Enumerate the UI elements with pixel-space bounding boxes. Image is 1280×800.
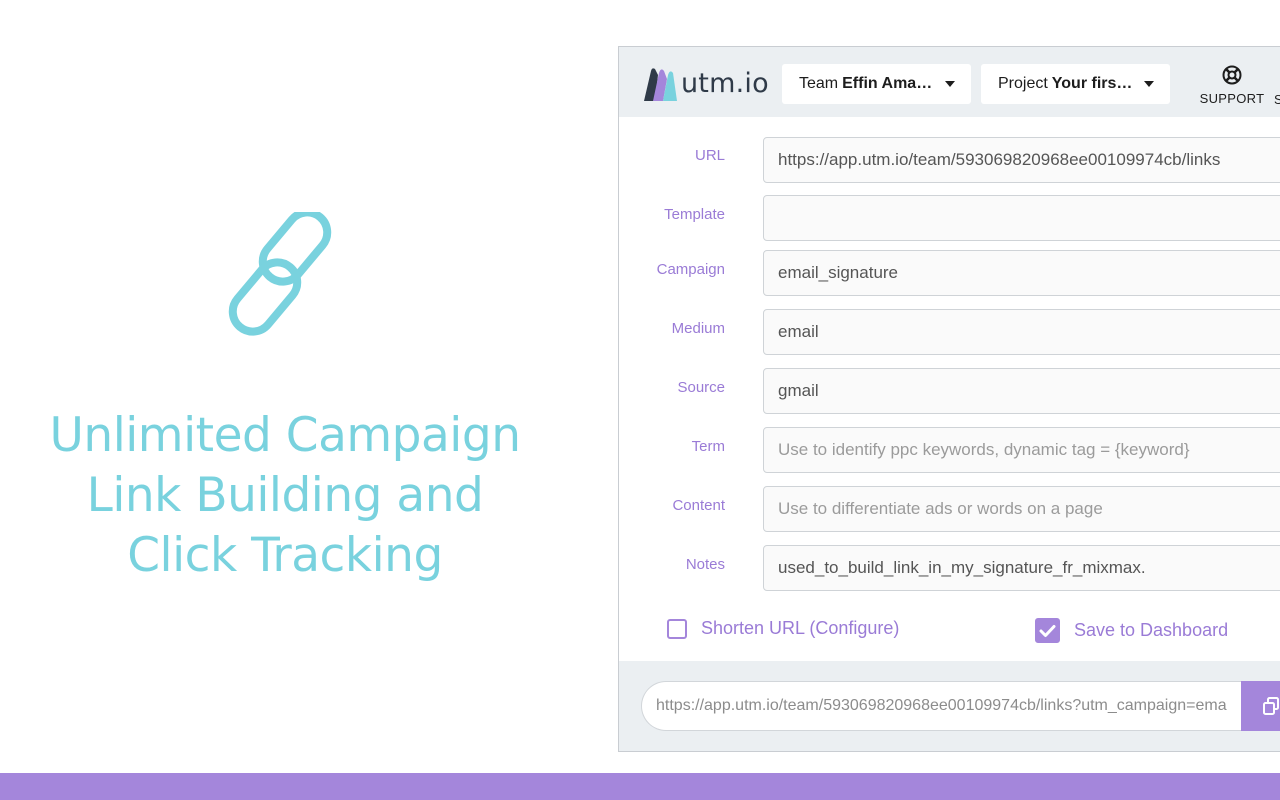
utm-logo[interactable]: utm.io bbox=[641, 63, 769, 103]
source-input[interactable] bbox=[763, 368, 1280, 414]
logo-text: utm.io bbox=[681, 67, 769, 99]
app-window: utm.io Team Effin Ama… Project Your firs… bbox=[618, 46, 1280, 752]
utm-logo-mark-icon bbox=[644, 68, 677, 101]
bottom-accent-bar bbox=[0, 773, 1280, 800]
hero-title-line-1: Unlimited Campaign bbox=[49, 408, 521, 463]
team-value: Effin Ama… bbox=[842, 75, 933, 92]
lifebuoy-icon bbox=[1222, 65, 1242, 85]
content-input[interactable] bbox=[763, 486, 1280, 532]
hero-title-line-3: Click Tracking bbox=[127, 528, 443, 583]
settings-label-cut[interactable]: S bbox=[1274, 92, 1280, 107]
support-label: SUPPORT bbox=[1199, 91, 1265, 106]
medium-label: Medium bbox=[671, 320, 725, 337]
medium-input[interactable] bbox=[763, 309, 1280, 355]
project-value: Your firs… bbox=[1051, 75, 1133, 92]
save-dashboard-checkbox[interactable] bbox=[1035, 618, 1060, 643]
notes-label: Notes bbox=[685, 556, 725, 573]
shorten-url-checkbox[interactable] bbox=[667, 618, 687, 639]
template-input[interactable] bbox=[763, 195, 1280, 241]
caret-down-icon bbox=[945, 81, 955, 87]
source-label: Source bbox=[677, 379, 725, 396]
link-chain-icon bbox=[228, 212, 332, 336]
support-button[interactable]: SUPPORT bbox=[1197, 65, 1267, 106]
checkmark-icon bbox=[1039, 624, 1056, 637]
shorten-url-option[interactable]: Shorten URL (Configure) bbox=[667, 618, 899, 639]
team-dropdown[interactable]: Team Effin Ama… bbox=[782, 64, 971, 104]
team-prefix: Team bbox=[799, 75, 839, 92]
term-label: Term bbox=[691, 438, 725, 455]
url-label: URL bbox=[694, 147, 725, 164]
promo-slide: Unlimited Campaign Link Building and Cli… bbox=[0, 0, 1280, 800]
copy-icon bbox=[1263, 697, 1279, 715]
save-dashboard-option[interactable]: Save to Dashboard bbox=[1035, 618, 1228, 643]
app-header: utm.io Team Effin Ama… Project Your firs… bbox=[619, 47, 1280, 117]
notes-input[interactable] bbox=[763, 545, 1280, 591]
shorten-url-label[interactable]: Shorten URL (Configure) bbox=[701, 618, 899, 639]
campaign-input[interactable] bbox=[763, 250, 1280, 296]
content-label: Content bbox=[672, 497, 725, 514]
copy-button[interactable] bbox=[1241, 681, 1280, 731]
term-input[interactable] bbox=[763, 427, 1280, 473]
campaign-label: Campaign bbox=[656, 261, 725, 278]
hero-title: Unlimited Campaign Link Building and Cli… bbox=[30, 406, 540, 586]
save-dashboard-label[interactable]: Save to Dashboard bbox=[1074, 620, 1228, 641]
project-prefix: Project bbox=[998, 75, 1048, 92]
template-label: Template bbox=[664, 206, 725, 223]
project-dropdown[interactable]: Project Your firs… bbox=[981, 64, 1170, 104]
hero-title-line-2: Link Building and bbox=[86, 468, 484, 523]
caret-down-icon bbox=[1144, 81, 1154, 87]
url-input[interactable] bbox=[763, 137, 1280, 183]
result-bar bbox=[619, 661, 1280, 751]
generated-url-field[interactable] bbox=[641, 681, 1241, 731]
